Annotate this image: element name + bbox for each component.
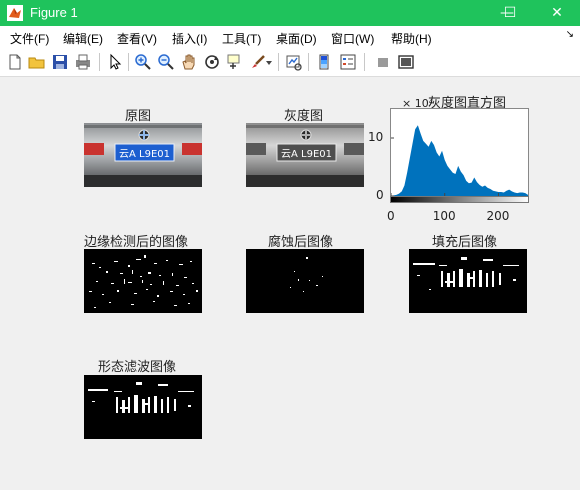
open-file-icon[interactable]: [28, 53, 46, 71]
menu-file[interactable]: 文件(F): [10, 30, 49, 47]
pan-icon[interactable]: [180, 53, 198, 71]
morph-image: [84, 375, 202, 439]
histogram-grayscale-bar: [390, 196, 529, 203]
y-tick-label: 10: [368, 130, 384, 144]
matlab-icon: [7, 5, 23, 21]
histogram-plot: [390, 125, 528, 197]
zoom-in-icon[interactable]: [134, 53, 152, 71]
toolbar-separator: [308, 53, 309, 71]
plate-text-gray: 云A L9E01: [281, 149, 332, 160]
toolbar-separator: [364, 53, 365, 71]
hide-plot-tools-icon[interactable]: [374, 53, 392, 71]
data-cursor-icon[interactable]: [226, 53, 244, 71]
title-bar: Figure 1 — ☐ ✕: [0, 0, 580, 26]
subplot-title-edges: 边缘检测后的图像: [84, 235, 189, 250]
x-tick-label: 0: [387, 209, 395, 223]
menu-view[interactable]: 查看(V): [117, 30, 157, 47]
subplot-title-eroded: 腐蚀后图像: [268, 235, 334, 250]
filled-image: [409, 249, 527, 313]
figure-toolbar: [0, 48, 580, 77]
eroded-image: [246, 249, 364, 313]
toolbar-separator: [99, 53, 100, 71]
menu-desktop[interactable]: 桌面(D): [276, 30, 317, 47]
edges-image: [84, 249, 202, 313]
subplot-title-gray: 灰度图: [284, 109, 324, 124]
maximize-icon: ☐: [503, 5, 517, 21]
subplot-title-morph: 形态滤波图像: [98, 360, 177, 375]
menu-collapse-icon[interactable]: ↘: [566, 29, 574, 40]
brush-dropdown-icon[interactable]: [265, 53, 273, 71]
menu-help[interactable]: 帮助(H): [391, 30, 432, 47]
x-tick-label: 100: [432, 209, 456, 223]
zoom-out-icon[interactable]: [157, 53, 175, 71]
print-icon[interactable]: [74, 53, 92, 71]
plate-text: 云A L9E01: [119, 149, 170, 160]
menu-tools[interactable]: 工具(T): [222, 30, 261, 47]
toolbar-separator: [278, 53, 279, 71]
new-figure-icon[interactable]: [6, 53, 24, 71]
original-image: 云A L9E01: [84, 123, 202, 187]
insert-legend-icon[interactable]: [339, 53, 357, 71]
show-plot-tools-icon[interactable]: [397, 53, 415, 71]
histogram-area: [391, 125, 528, 196]
maximize-button[interactable]: ☐: [487, 0, 533, 26]
menu-bar: 文件(F) 编辑(E) 查看(V) 插入(I) 工具(T) 桌面(D) 窗口(W…: [0, 26, 580, 48]
histogram-axes: [390, 108, 529, 197]
save-icon[interactable]: [51, 53, 69, 71]
close-button[interactable]: ✕: [534, 0, 580, 26]
subplot-title-filled: 填充后图像: [432, 235, 498, 250]
subplot-title-original: 原图: [125, 109, 152, 124]
rotate-3d-icon[interactable]: [203, 53, 221, 71]
y-tick-label: 0: [376, 188, 384, 202]
insert-colorbar-icon[interactable]: [315, 53, 333, 71]
gray-image: 云A L9E01: [246, 123, 364, 187]
link-plot-icon[interactable]: [285, 53, 303, 71]
menu-window[interactable]: 窗口(W): [331, 30, 374, 47]
toolbar-separator: [128, 53, 129, 71]
pointer-icon[interactable]: [106, 53, 124, 71]
menu-edit[interactable]: 编辑(E): [63, 30, 103, 47]
menu-insert[interactable]: 插入(I): [172, 30, 207, 47]
window-title: Figure 1: [30, 5, 78, 20]
x-tick-label: 200: [486, 209, 510, 223]
